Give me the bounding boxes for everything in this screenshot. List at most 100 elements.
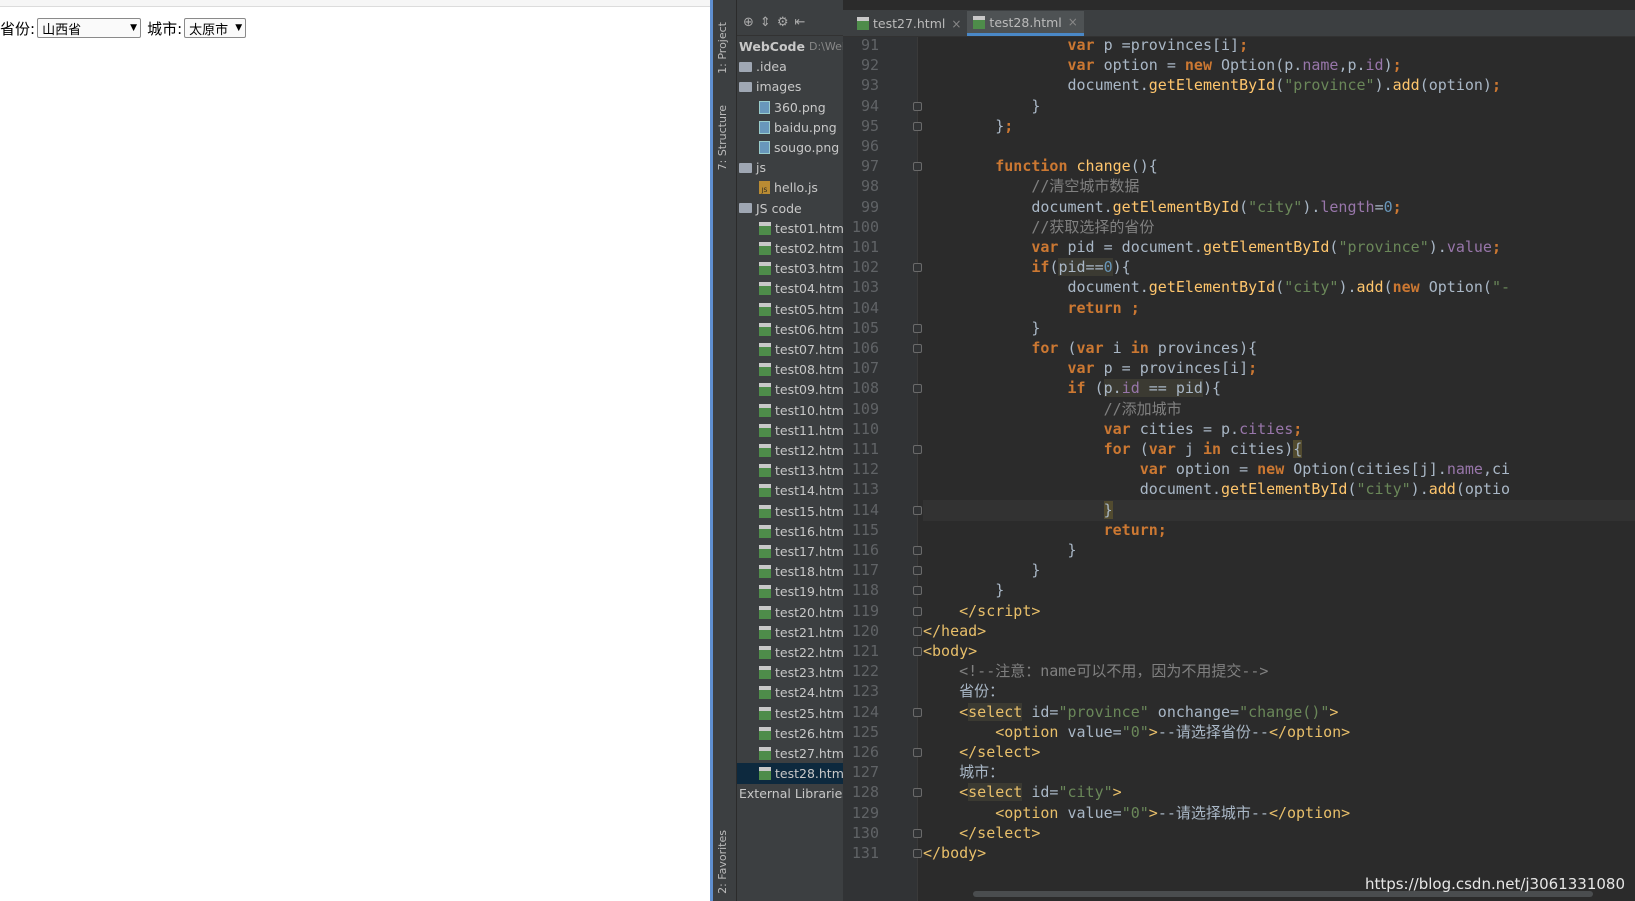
fold-marker-icon[interactable] xyxy=(913,586,922,596)
line-number: 111 xyxy=(851,440,879,458)
html-file-icon xyxy=(759,423,771,437)
fold-marker-icon[interactable] xyxy=(913,263,922,273)
png-file-icon xyxy=(759,120,770,134)
code-line: //清空城市数据 xyxy=(1031,177,1140,196)
tree-item[interactable]: JS hello.js xyxy=(737,177,843,198)
html-file-icon xyxy=(759,484,771,498)
html-file-icon xyxy=(759,666,771,680)
code-line: var p =provinces[i]; xyxy=(1067,37,1249,54)
tree-item[interactable]: test07.html xyxy=(737,339,843,360)
side-tab-project[interactable]: 1: Project xyxy=(716,22,729,74)
tab-test27[interactable]: test27.html × xyxy=(851,11,967,36)
tree-item[interactable]: test13.html xyxy=(737,460,843,481)
fold-marker-icon[interactable] xyxy=(913,748,922,757)
code-line: } xyxy=(923,561,1041,580)
tree-item[interactable]: External Libraries xyxy=(737,783,843,804)
tree-item[interactable]: test28.html xyxy=(737,763,843,785)
fold-marker-icon[interactable] xyxy=(913,849,922,858)
collapse-icon[interactable]: ⇕ xyxy=(760,15,771,30)
tree-item[interactable]: test20.html xyxy=(737,602,843,623)
code-line: }; xyxy=(923,116,1014,135)
close-icon[interactable]: × xyxy=(951,17,961,31)
code-line: document.getElementById("province").add(… xyxy=(923,76,1501,95)
line-number: 124 xyxy=(851,702,879,721)
tree-item[interactable]: sougo.png xyxy=(737,137,843,158)
code-line: 城市： xyxy=(923,763,1005,782)
tree-item[interactable]: JS code xyxy=(737,198,843,219)
fold-marker-icon[interactable] xyxy=(913,384,922,394)
tree-item[interactable]: test17.html xyxy=(737,541,843,562)
tab-label: test28.html xyxy=(989,14,1062,30)
tree-item[interactable]: test03.html xyxy=(737,258,843,279)
tree-item[interactable]: test02.html xyxy=(737,238,843,259)
code-line: </script> xyxy=(959,601,1041,620)
tree-item[interactable]: test23.html xyxy=(737,662,843,683)
tree-item[interactable]: images xyxy=(737,76,843,97)
tree-item[interactable]: test10.html xyxy=(737,400,843,421)
tree-item[interactable]: test14.html xyxy=(737,480,843,501)
tree-item[interactable]: test16.html xyxy=(737,521,843,542)
fold-marker-icon[interactable] xyxy=(913,162,922,172)
tree-item[interactable]: test05.html xyxy=(737,299,843,320)
tree-item[interactable]: test01.html xyxy=(737,218,843,239)
fold-marker-icon[interactable] xyxy=(913,344,922,353)
tree-item-label: test25.html xyxy=(775,705,843,721)
fold-marker-icon[interactable] xyxy=(913,788,922,798)
city-select[interactable]: 太原市 ▼ xyxy=(184,18,247,38)
code-line: <body> xyxy=(923,642,978,660)
tree-item[interactable]: test21.html xyxy=(737,622,843,643)
folder-icon xyxy=(739,203,752,214)
code-line: <!--注意：name可以不用，因为不用提交--> xyxy=(959,662,1269,681)
fold-marker-icon[interactable] xyxy=(913,121,922,131)
code-line: } xyxy=(923,541,1077,559)
fold-marker-icon[interactable] xyxy=(913,505,922,515)
tree-item[interactable]: test24.html xyxy=(737,682,843,703)
fold-marker-icon[interactable] xyxy=(913,445,922,454)
target-icon[interactable]: ⊕ xyxy=(743,15,754,30)
fold-marker-icon[interactable] xyxy=(913,323,922,333)
fold-marker-icon[interactable] xyxy=(913,647,922,656)
fold-marker-icon[interactable] xyxy=(913,101,922,111)
fold-marker-icon[interactable] xyxy=(913,546,922,555)
tree-item[interactable]: .idea xyxy=(737,56,843,77)
close-icon[interactable]: × xyxy=(1068,15,1078,29)
tree-item[interactable]: test12.html xyxy=(737,440,843,461)
fold-marker-icon[interactable] xyxy=(913,707,922,717)
code-line: if(pid==0){ xyxy=(1031,258,1131,277)
tree-item[interactable]: WebCodeD:\Web xyxy=(737,36,843,57)
tree-item[interactable]: test27.html xyxy=(737,743,843,764)
fold-marker-icon[interactable] xyxy=(913,828,922,838)
tree-item-label: js xyxy=(756,160,766,176)
line-number: 97 xyxy=(860,157,879,176)
tree-item[interactable]: test18.html xyxy=(737,561,843,582)
side-tab-favorites[interactable]: 2: Favorites xyxy=(716,830,729,894)
tree-item[interactable]: test06.html xyxy=(737,319,843,340)
tab-test28[interactable]: test28.html × xyxy=(967,11,1084,36)
html-file-icon xyxy=(759,302,771,316)
tree-item[interactable]: 360.png xyxy=(737,97,843,118)
fold-marker-icon[interactable] xyxy=(913,626,922,636)
tree-item[interactable]: js xyxy=(737,157,843,178)
gear-icon[interactable]: ⚙ xyxy=(777,15,789,30)
hide-icon[interactable]: ⇤ xyxy=(794,15,805,30)
tree-item[interactable]: test09.html xyxy=(737,379,843,400)
tree-item[interactable]: test19.html xyxy=(737,581,843,602)
line-number: 99 xyxy=(860,197,879,216)
fold-marker-icon[interactable] xyxy=(913,606,922,616)
tree-item[interactable]: test25.html xyxy=(737,703,843,724)
tree-item[interactable]: test04.html xyxy=(737,278,843,299)
tree-item[interactable]: test15.html xyxy=(737,501,843,522)
code-line: for (var j in cities){ xyxy=(1103,440,1303,458)
line-number: 129 xyxy=(851,803,879,822)
fold-marker-icon[interactable] xyxy=(913,566,922,576)
province-select[interactable]: 山西省 ▼ xyxy=(37,18,142,38)
side-tab-structure[interactable]: 7: Structure xyxy=(716,105,729,170)
tree-item[interactable]: test11.html xyxy=(737,420,843,441)
tree-item[interactable]: test22.html xyxy=(737,642,843,663)
tree-item-label: test23.html xyxy=(775,665,843,681)
tree-item[interactable]: baidu.png xyxy=(737,117,843,138)
tree-item-label: test06.html xyxy=(775,321,843,337)
tree-item[interactable]: test08.html xyxy=(737,359,843,380)
code-area[interactable]: var p =provinces[i]; var option = new Op… xyxy=(923,37,1635,901)
tree-item[interactable]: test26.html xyxy=(737,723,843,744)
